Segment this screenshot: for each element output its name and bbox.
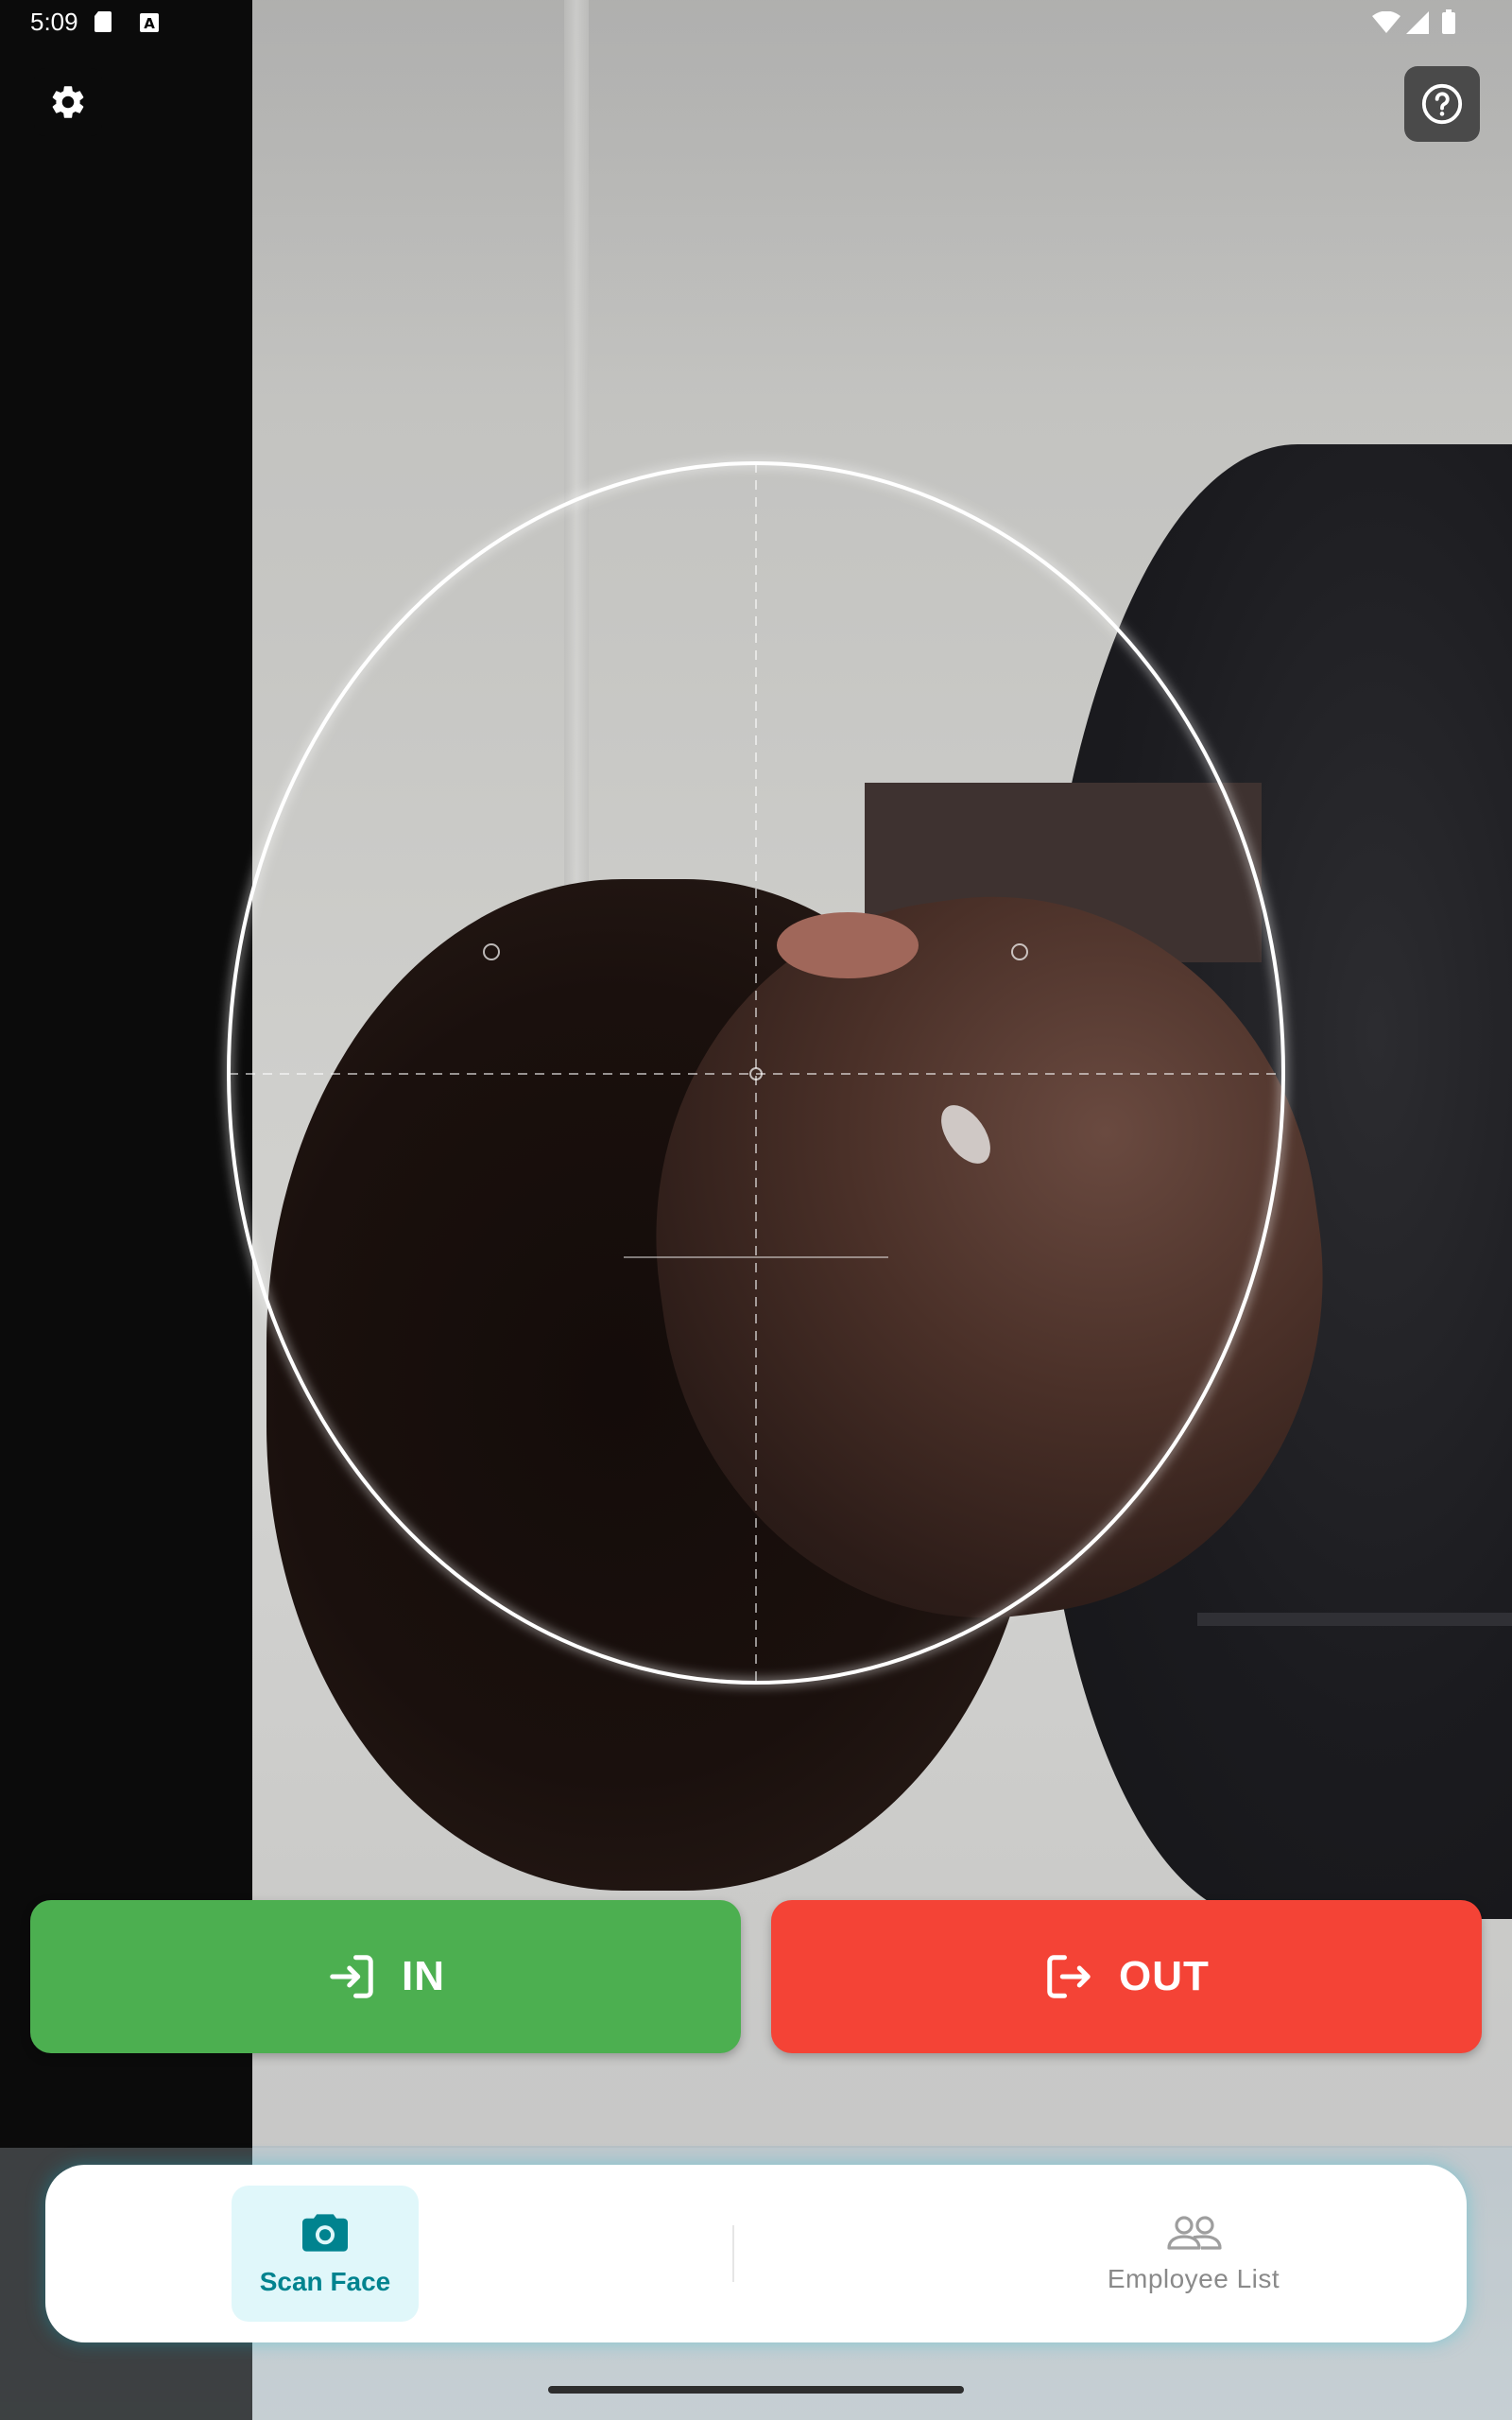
clock-out-button[interactable]: OUT [771, 1900, 1482, 2053]
login-icon [330, 1955, 373, 1998]
help-circle-icon [1421, 83, 1463, 125]
nav-divider [732, 2225, 734, 2282]
left-eye-marker [483, 943, 500, 960]
a-notification-icon: A [140, 13, 159, 32]
nav-label-employee-list: Employee List [1107, 2264, 1280, 2293]
gear-icon [52, 86, 84, 118]
clock-in-button[interactable]: IN [30, 1900, 741, 2053]
clock-in-label: IN [402, 1953, 445, 1999]
help-button[interactable] [1404, 66, 1480, 142]
status-time: 5:09 [30, 8, 78, 36]
svg-text:A: A [144, 15, 155, 32]
sd-card-icon [94, 11, 112, 32]
bottom-navigation: Scan Face Employee List [45, 2165, 1467, 2342]
settings-button[interactable] [34, 68, 102, 136]
nav-item-employee-list[interactable]: Employee List [1028, 2186, 1359, 2322]
battery-icon [1442, 9, 1455, 34]
home-indicator[interactable] [548, 2386, 964, 2394]
signal-icon [1406, 11, 1429, 34]
face-guide-overlay [227, 461, 1285, 1685]
right-eye-marker [1011, 943, 1028, 960]
logout-icon [1047, 1955, 1091, 1998]
status-bar: 5:09 A [0, 0, 1512, 45]
camera-icon [302, 2214, 348, 2252]
wifi-icon [1372, 11, 1400, 33]
clock-out-label: OUT [1119, 1953, 1210, 1999]
people-icon [1167, 2216, 1222, 2250]
nav-label-scan-face: Scan Face [259, 2267, 391, 2296]
nav-item-scan-face[interactable]: Scan Face [232, 2186, 419, 2322]
